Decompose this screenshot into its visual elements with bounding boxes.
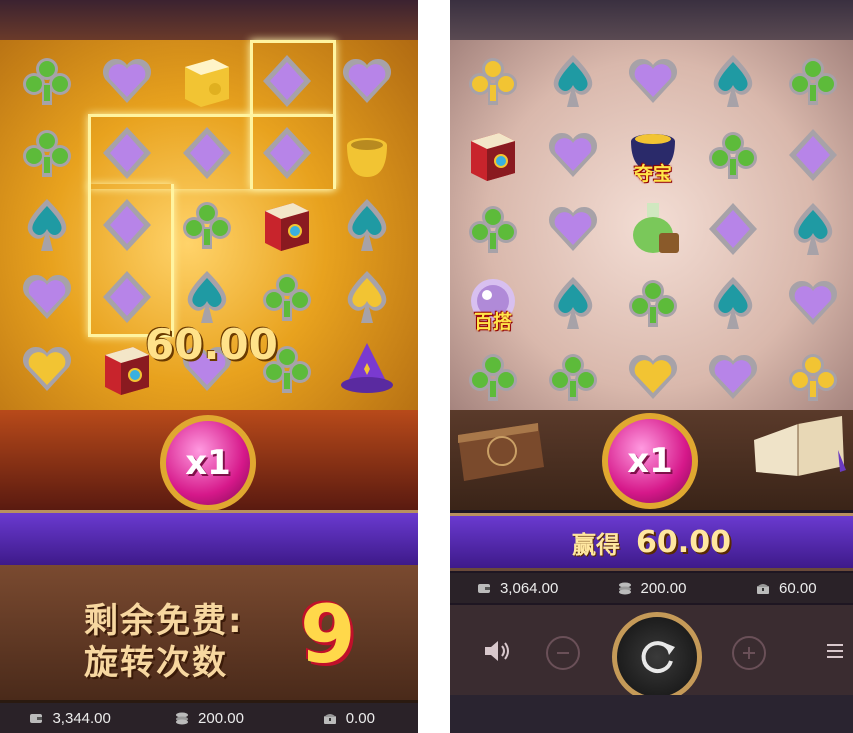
heart-symbol-heart-gold	[620, 344, 686, 410]
message-banner	[0, 510, 418, 568]
heart-symbol-heart-purple	[700, 344, 766, 410]
win-label: 赢得	[572, 530, 621, 559]
spade-symbol-spade-teal	[700, 48, 766, 114]
diamond-symbol-diamond-purple	[780, 122, 846, 188]
potion-symbol-potion-green	[620, 196, 686, 262]
increase-bet-button[interactable]	[732, 636, 766, 670]
heart-symbol-heart-purple	[540, 196, 606, 262]
book-symbol-book-gold	[174, 48, 240, 114]
refresh-icon	[641, 641, 675, 674]
free-spins-label: 剩余免费: 旋转次数	[84, 600, 244, 684]
wallet-icon	[30, 714, 43, 723]
club-symbol-club-green	[780, 48, 846, 114]
book-symbol-book-red	[460, 122, 526, 188]
free-spins-label-line2: 旋转次数	[84, 643, 228, 683]
bet-value: 200.00	[198, 709, 244, 727]
club-symbol-club-green	[14, 120, 80, 186]
coins-icon	[618, 582, 631, 595]
multiplier-orb: x1	[160, 415, 256, 511]
top-frame	[450, 0, 853, 40]
spade-symbol-spade-teal	[334, 192, 400, 258]
club-symbol-club-green	[460, 344, 526, 410]
club-symbol-club-green	[14, 48, 80, 114]
wallet-icon	[477, 584, 490, 593]
decrease-bet-button[interactable]	[546, 636, 580, 670]
spade-symbol-spade-teal	[14, 192, 80, 258]
balance-display: 3,064.00	[450, 580, 584, 597]
heart-symbol-heart-purple	[14, 264, 80, 330]
club-symbol-club-green	[460, 196, 526, 262]
multiplier-orb: x1	[602, 413, 698, 509]
heart-symbol-heart-purple	[334, 48, 400, 114]
treasure-chest-icon	[323, 714, 336, 724]
club-symbol-club-green	[540, 344, 606, 410]
win-display: 60.00	[719, 580, 853, 597]
winning-path-highlight	[88, 114, 333, 189]
free-spins-count: 9	[300, 588, 356, 681]
win-amount: 60.00	[636, 524, 731, 560]
speaker-icon	[485, 641, 509, 661]
closed-spellbook	[458, 423, 544, 481]
menu-button[interactable]	[820, 636, 850, 666]
cauldron-treasure-label: 夺宝	[633, 163, 672, 185]
floor-decoration	[450, 695, 853, 733]
spade-symbol-spade-teal	[780, 196, 846, 262]
club-symbol-club-green	[700, 122, 766, 188]
heart-symbol-heart-purple	[94, 48, 160, 114]
book-symbol-book-red	[254, 192, 320, 258]
menu-icon	[827, 644, 843, 658]
right-game-screen: 夺宝百搭 x1 赢得 60.00 3,064.00 200.00 60.00	[450, 0, 853, 733]
club-symbol-club-gold	[780, 344, 846, 410]
top-frame	[0, 0, 418, 40]
winning-path-highlight	[88, 184, 174, 337]
bet-display[interactable]: 200.00	[139, 710, 278, 727]
heart-symbol-heart-gold	[14, 336, 80, 402]
heart-symbol-heart-purple	[780, 270, 846, 336]
minus-icon	[557, 652, 569, 654]
orb-symbol-orb-wild: 百搭	[460, 270, 526, 336]
spade-symbol-spade-teal	[540, 270, 606, 336]
status-bar: 3,344.00 200.00 0.00	[0, 703, 418, 733]
heart-symbol-heart-purple	[540, 122, 606, 188]
win-amount-popup: 60.00	[145, 320, 278, 369]
spade-symbol-spade-teal	[540, 48, 606, 114]
treasure-chest-icon	[757, 584, 770, 594]
sound-button[interactable]	[482, 636, 512, 666]
balance-value: 3,064.00	[499, 579, 559, 597]
orb-wild-label: 百搭	[473, 311, 512, 333]
status-bar: 3,064.00 200.00 60.00	[450, 573, 853, 603]
free-spins-label-line1: 剩余免费:	[84, 601, 244, 641]
heart-symbol-heart-purple	[620, 48, 686, 114]
wizard-symbol-wizard-hat	[334, 336, 400, 402]
bet-value: 200.00	[640, 579, 687, 597]
spin-button[interactable]	[612, 612, 702, 702]
balance-value: 3,344.00	[52, 709, 111, 727]
spade-symbol-spade-gold	[334, 264, 400, 330]
diamond-symbol-diamond-purple	[700, 196, 766, 262]
club-symbol-club-green	[174, 192, 240, 258]
balance-display: 3,344.00	[0, 710, 139, 727]
left-game-screen: 60.00 x1 剩余免费: 旋转次数 9 3,344.00 200.00 0.…	[0, 0, 418, 733]
cauldron-symbol-cauldron-gold	[334, 120, 400, 186]
win-display: 0.00	[279, 710, 418, 727]
spade-symbol-spade-teal	[700, 270, 766, 336]
plus-icon	[743, 647, 755, 659]
coins-icon	[176, 712, 189, 725]
open-spellbook	[754, 416, 846, 476]
cauldron-symbol-cauldron-treasure: 夺宝	[620, 122, 686, 188]
win-value: 0.00	[345, 709, 375, 727]
club-symbol-club-gold	[460, 48, 526, 114]
reel-grid: 夺宝百搭	[450, 40, 853, 410]
club-symbol-club-green	[620, 270, 686, 336]
win-value: 60.00	[779, 579, 817, 597]
win-banner: 赢得 60.00	[450, 513, 853, 571]
bet-display[interactable]: 200.00	[584, 580, 718, 597]
